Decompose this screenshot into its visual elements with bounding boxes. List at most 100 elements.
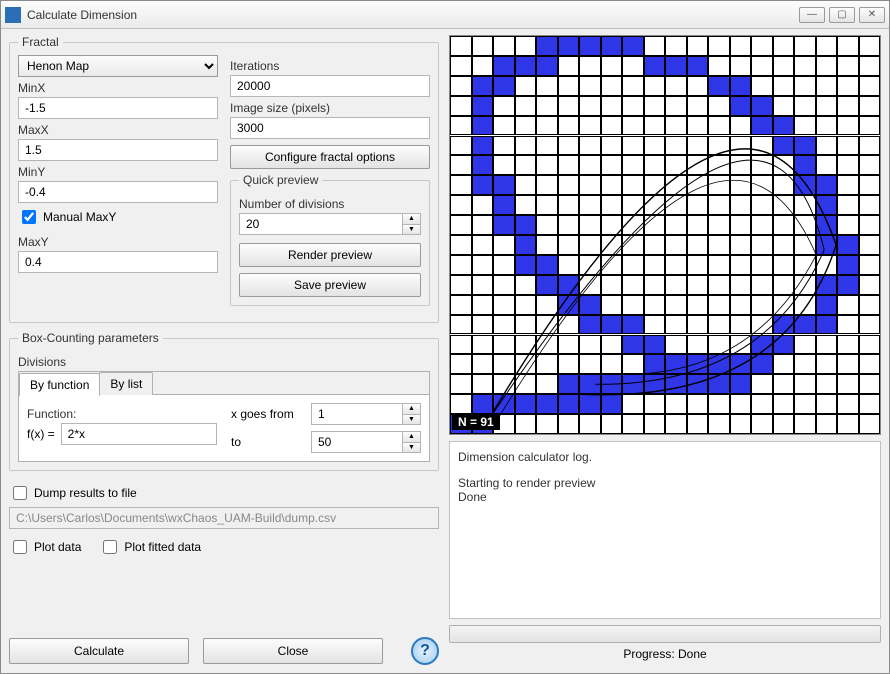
close-button[interactable]: Close xyxy=(203,638,383,664)
close-window-button[interactable]: ✕ xyxy=(859,7,885,23)
grid-cell xyxy=(472,215,494,235)
grid-cell xyxy=(773,56,795,76)
num-div-down[interactable]: ▼ xyxy=(403,225,420,235)
grid-cell xyxy=(837,354,859,374)
x-from-up[interactable]: ▲ xyxy=(403,404,420,415)
manual-maxy-box[interactable] xyxy=(22,210,36,224)
grid-cell xyxy=(622,255,644,275)
miny-input[interactable] xyxy=(18,181,218,203)
plot-data-checkbox[interactable]: Plot data xyxy=(9,537,81,557)
grid-cell xyxy=(816,175,838,195)
grid-cell xyxy=(708,56,730,76)
maxx-input[interactable] xyxy=(18,139,218,161)
grid-cell xyxy=(773,394,795,414)
dump-results-box[interactable] xyxy=(13,486,27,500)
grid-cell xyxy=(515,155,537,175)
plot-fitted-checkbox[interactable]: Plot fitted data xyxy=(99,537,201,557)
grid-cell xyxy=(450,76,472,96)
app-window: Calculate Dimension — ▢ ✕ Fractal Henon … xyxy=(0,0,890,674)
grid-cell xyxy=(515,235,537,255)
grid-cell xyxy=(472,175,494,195)
minx-input[interactable] xyxy=(18,97,218,119)
grid-cell xyxy=(558,56,580,76)
iterations-input[interactable] xyxy=(230,75,430,97)
grid-cell xyxy=(644,195,666,215)
grid-cell xyxy=(558,235,580,255)
fx-input[interactable] xyxy=(61,423,217,445)
grid-cell xyxy=(837,76,859,96)
num-div-label: Number of divisions xyxy=(239,197,421,211)
help-icon[interactable]: ? xyxy=(411,637,439,665)
grid-cell xyxy=(751,235,773,255)
x-to-input[interactable] xyxy=(311,431,403,453)
grid-cell xyxy=(730,235,752,255)
grid-cell xyxy=(450,295,472,315)
fractal-type-select[interactable]: Henon Map xyxy=(18,55,218,77)
tab-by-function[interactable]: By function xyxy=(19,373,100,396)
window-title: Calculate Dimension xyxy=(27,8,799,22)
grid-cell xyxy=(450,195,472,215)
grid-cell xyxy=(687,175,709,195)
grid-cell xyxy=(472,56,494,76)
grid-cell xyxy=(794,36,816,56)
grid-cell xyxy=(751,56,773,76)
grid-cell xyxy=(708,394,730,414)
num-div-up[interactable]: ▲ xyxy=(403,214,420,225)
x-from-input[interactable] xyxy=(311,403,403,425)
calculate-button[interactable]: Calculate xyxy=(9,638,189,664)
grid-cell xyxy=(687,374,709,394)
configure-fractal-button[interactable]: Configure fractal options xyxy=(230,145,430,169)
tab-by-list[interactable]: By list xyxy=(99,372,153,395)
grid-cell xyxy=(665,335,687,355)
grid-cell xyxy=(450,335,472,355)
grid-cell xyxy=(472,76,494,96)
grid-cell xyxy=(837,394,859,414)
grid-cell xyxy=(794,354,816,374)
grid-cell xyxy=(601,295,623,315)
grid-cell xyxy=(450,136,472,156)
minimize-button[interactable]: — xyxy=(799,7,825,23)
grid-cell xyxy=(536,275,558,295)
maximize-button[interactable]: ▢ xyxy=(829,7,855,23)
grid-cell xyxy=(751,175,773,195)
grid-cell xyxy=(450,56,472,76)
grid-cell xyxy=(536,394,558,414)
imgsize-input[interactable] xyxy=(230,117,430,139)
num-div-input[interactable] xyxy=(239,213,403,235)
n-label: N = 91 xyxy=(452,414,500,430)
save-preview-button[interactable]: Save preview xyxy=(239,273,421,297)
grid-cell xyxy=(450,315,472,335)
grid-cell xyxy=(687,255,709,275)
grid-cell xyxy=(773,235,795,255)
render-preview-button[interactable]: Render preview xyxy=(239,243,421,267)
grid-cell xyxy=(558,175,580,195)
dump-results-checkbox[interactable]: Dump results to file xyxy=(9,483,439,503)
grid-cell xyxy=(794,394,816,414)
grid-cell xyxy=(579,195,601,215)
grid-cell xyxy=(751,136,773,156)
grid-cell xyxy=(708,414,730,434)
manual-maxy-checkbox[interactable]: Manual MaxY xyxy=(18,207,218,227)
x-from-down[interactable]: ▼ xyxy=(403,415,420,425)
grid-cell xyxy=(493,255,515,275)
x-to-down[interactable]: ▼ xyxy=(403,443,420,453)
grid-cell xyxy=(622,96,644,116)
grid-cell xyxy=(515,36,537,56)
grid-cell xyxy=(708,155,730,175)
grid-cell xyxy=(493,295,515,315)
grid-cell xyxy=(472,116,494,136)
x-to-up[interactable]: ▲ xyxy=(403,432,420,443)
grid-cell xyxy=(450,255,472,275)
grid-cell xyxy=(601,255,623,275)
grid-cell xyxy=(579,215,601,235)
grid-cell xyxy=(644,394,666,414)
grid-cell xyxy=(730,394,752,414)
grid-cell xyxy=(450,215,472,235)
grid-cell xyxy=(837,315,859,335)
grid-cell xyxy=(816,295,838,315)
grid-cell xyxy=(816,335,838,355)
grid-cell xyxy=(773,255,795,275)
grid-cell xyxy=(816,275,838,295)
grid-cell xyxy=(644,295,666,315)
maxy-input[interactable] xyxy=(18,251,218,273)
